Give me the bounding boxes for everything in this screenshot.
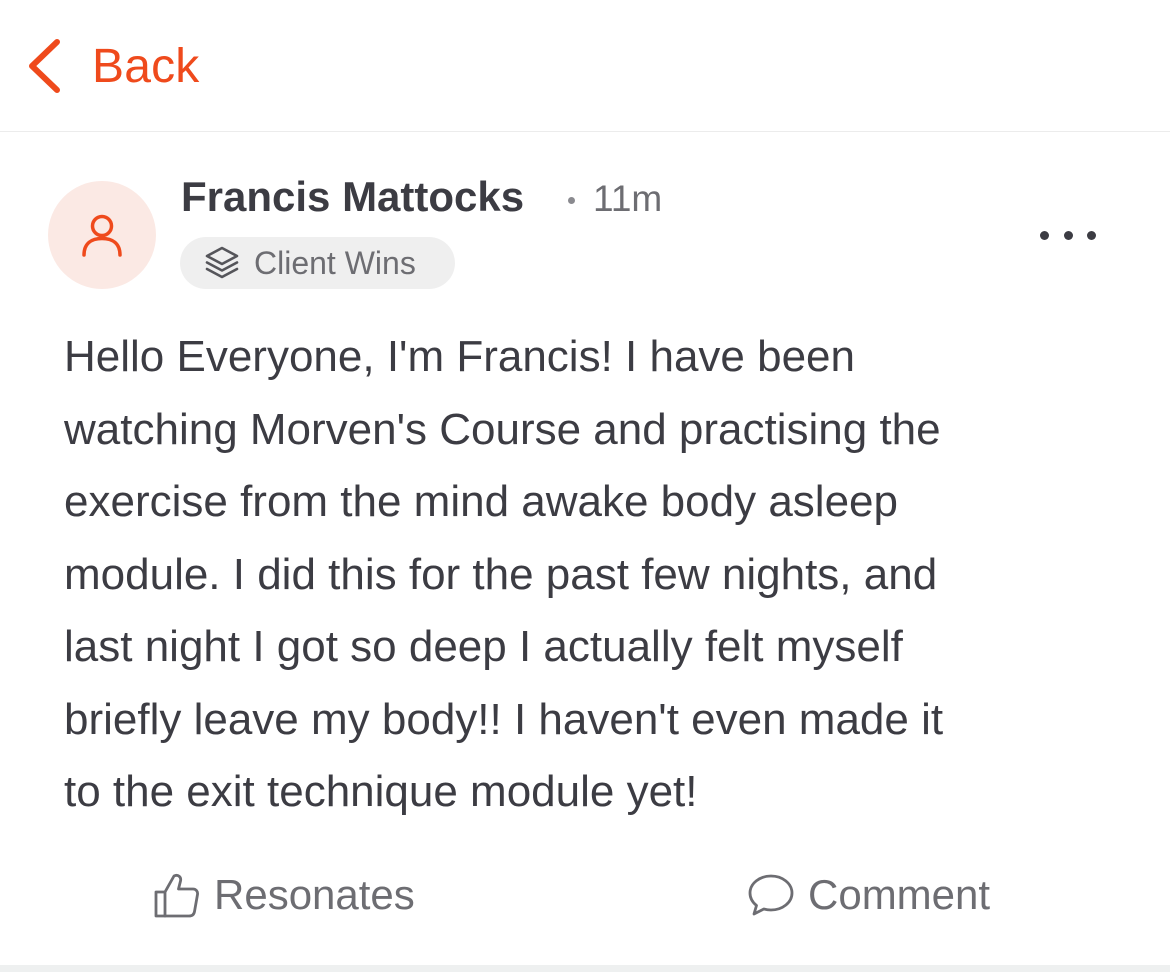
more-horizontal-icon: [1040, 230, 1049, 240]
comment-label: Comment: [808, 871, 991, 918]
comment-bubble-icon: [748, 874, 794, 916]
post-body-line: watching Morven's Course and practising …: [64, 404, 941, 454]
navigation-bar: Back: [0, 0, 1170, 132]
post-body-line: to the exit technique module yet!: [64, 767, 698, 816]
more-options-button[interactable]: [1040, 215, 1096, 255]
back-button[interactable]: Back: [24, 30, 200, 102]
resonates-label: Resonates: [214, 871, 415, 918]
category-label: Client Wins: [254, 244, 416, 281]
author-name[interactable]: Francis Mattocks: [181, 173, 524, 221]
back-label: Back: [92, 39, 200, 93]
post-body-line: module. I did this for the past few nigh…: [64, 549, 938, 599]
resonates-button[interactable]: Resonates: [152, 860, 415, 930]
post-body-line: last night I got so deep I actually felt…: [64, 622, 903, 671]
comment-button[interactable]: Comment: [746, 860, 990, 930]
chevron-left-icon: [29, 39, 60, 93]
post-body-line: exercise from the mind awake body asleep: [64, 477, 898, 526]
meta-separator: [568, 197, 575, 204]
section-divider: [0, 965, 1170, 972]
avatar[interactable]: [48, 181, 156, 289]
thumbs-up-icon: [154, 873, 199, 918]
layers-icon: [205, 246, 239, 279]
post-body-line: briefly leave my body!! I haven't even m…: [64, 694, 944, 744]
post-body: Hello Everyone, I'm Francis! I have been…: [64, 321, 1124, 829]
post-card: Francis Mattocks 11m Client Wins Hello E…: [0, 133, 1170, 965]
user-icon: [82, 214, 122, 257]
category-tag[interactable]: Client Wins: [180, 237, 455, 289]
post-timestamp: 11m: [593, 178, 663, 219]
post-body-line: Hello Everyone, I'm Francis! I have been: [64, 332, 855, 381]
